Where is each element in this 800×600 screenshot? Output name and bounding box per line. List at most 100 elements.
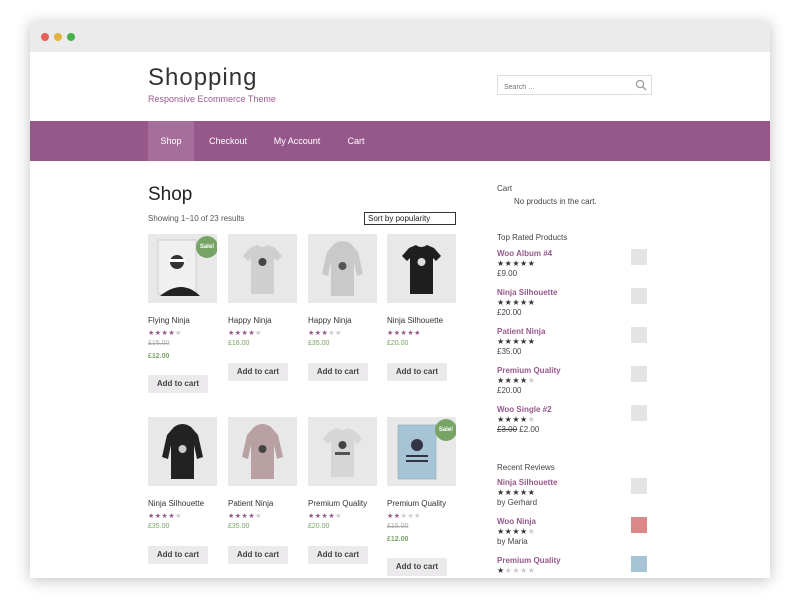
tshirt-thumbnail-icon[interactable]	[631, 517, 647, 533]
product-name[interactable]: Ninja Silhouette	[387, 316, 443, 325]
product-card[interactable]: Happy Ninja ★★★★★ £18.00 Add to cart	[228, 234, 298, 381]
regular-price: £3.00	[497, 425, 518, 434]
star-rating: ★★★★★	[387, 513, 421, 520]
product-name[interactable]: Patient Ninja	[228, 499, 273, 508]
result-count: Showing 1–10 of 23 results	[148, 214, 245, 223]
product-image[interactable]	[228, 234, 297, 303]
regular-price: £15.00	[148, 340, 170, 347]
browser-window: Shopping Responsive Ecommerce Theme Shop…	[30, 22, 770, 578]
product-image[interactable]	[308, 234, 377, 303]
top-rated-item[interactable]: Patient Ninja ★★★★★ £35.00	[497, 327, 657, 356]
add-to-cart-button[interactable]: Add to cart	[308, 546, 368, 564]
top-rated-price: £35.00	[497, 347, 522, 356]
poster-thumbnail-icon[interactable]	[631, 556, 647, 572]
top-rated-price: £9.00	[497, 269, 518, 278]
top-rated-price: £3.00 £2.00	[497, 425, 657, 434]
hoodie-thumbnail-icon[interactable]	[631, 478, 647, 494]
hoodie-icon	[242, 424, 283, 479]
product-image[interactable]: Sale!	[387, 417, 456, 486]
tshirt-thumbnail-icon[interactable]	[631, 288, 647, 304]
product-card[interactable]: Sale! Flying Ninja ★★★★★ £15.00 £12.00 A…	[148, 234, 218, 393]
top-rated-item[interactable]: Woo Album #4 ★★★★★ £9.00	[497, 249, 657, 278]
regular-price: £15.00	[387, 523, 409, 530]
orderby-select[interactable]: Sort by popularity	[364, 212, 456, 225]
album-thumbnail-icon[interactable]	[631, 249, 647, 265]
product-image[interactable]	[228, 417, 297, 486]
add-to-cart-button[interactable]: Add to cart	[228, 363, 288, 381]
product-image[interactable]	[387, 234, 456, 303]
product-name[interactable]: Premium Quality	[308, 499, 367, 508]
top-rated-item[interactable]: Premium Quality ★★★★★ £20.00	[497, 366, 657, 395]
album-thumbnail-icon[interactable]	[631, 405, 647, 421]
cart-empty-message: No products in the cart.	[514, 197, 597, 206]
add-to-cart-button[interactable]: Add to cart	[228, 546, 288, 564]
review-author: by Maria	[497, 537, 528, 546]
cart-widget-title: Cart	[497, 184, 513, 193]
star-rating: ★★★★★	[228, 330, 262, 337]
nav-item-shop[interactable]: Shop	[148, 121, 194, 161]
nav-item-my-account[interactable]: My Account	[266, 121, 328, 161]
nav-item-checkout[interactable]: Checkout	[200, 121, 256, 161]
add-to-cart-button[interactable]: Add to cart	[148, 375, 208, 393]
recent-reviews-title: Recent Reviews	[497, 463, 555, 472]
sale-badge: Sale!	[196, 236, 217, 258]
main-nav: Shop Checkout My Account Cart	[30, 121, 770, 161]
product-card[interactable]: Patient Ninja ★★★★★ £35.00 Add to cart	[228, 417, 298, 564]
product-name[interactable]: Flying Ninja	[148, 316, 190, 325]
product-card[interactable]: Ninja Silhouette ★★★★★ £35.00 Add to car…	[148, 417, 218, 564]
product-image[interactable]	[308, 417, 377, 486]
top-rated-title: Top Rated Products	[497, 233, 568, 242]
product-card[interactable]: Ninja Silhouette ★★★★★ £20.00 Add to car…	[387, 234, 457, 381]
top-rated-price: £20.00	[497, 308, 522, 317]
browser-titlebar	[30, 22, 770, 52]
star-rating: ★★★★★	[387, 330, 421, 337]
tshirt-icon	[323, 428, 362, 477]
add-to-cart-button[interactable]: Add to cart	[387, 558, 447, 576]
star-rating: ★★★★★	[148, 513, 182, 520]
review-author: by Gerhard	[497, 498, 538, 507]
tshirt-thumbnail-icon[interactable]	[631, 366, 647, 382]
hoodie-thumbnail-icon[interactable]	[631, 327, 647, 343]
product-card[interactable]: Premium Quality ★★★★★ £20.00 Add to cart	[308, 417, 378, 564]
product-card[interactable]: Happy Ninja ★★★★★ £35.00 Add to cart	[308, 234, 378, 381]
maximize-window-dot[interactable]	[67, 33, 75, 41]
page-title: Shop	[148, 184, 193, 205]
add-to-cart-button[interactable]: Add to cart	[148, 546, 208, 564]
product-card[interactable]: Sale! Premium Quality ★★★★★ £15.00 £12.0…	[387, 417, 457, 576]
product-image[interactable]	[148, 417, 217, 486]
product-price: £35.00	[308, 340, 330, 347]
product-name[interactable]: Happy Ninja	[308, 316, 352, 325]
site-title[interactable]: Shopping	[148, 64, 257, 92]
star-rating: ★★★★★	[228, 513, 262, 520]
tshirt-icon	[243, 245, 282, 294]
hoodie-icon	[322, 241, 363, 296]
star-rating: ★★★★★	[148, 330, 182, 337]
nav-item-cart[interactable]: Cart	[338, 121, 374, 161]
product-image[interactable]: Sale!	[148, 234, 217, 303]
add-to-cart-button[interactable]: Add to cart	[308, 363, 368, 381]
top-rated-item[interactable]: Ninja Silhouette ★★★★★ £20.00	[497, 288, 657, 317]
product-name[interactable]: Premium Quality	[387, 499, 446, 508]
star-rating: ★★★★★	[308, 513, 342, 520]
product-name[interactable]: Ninja Silhouette	[148, 499, 204, 508]
search-icon[interactable]	[635, 79, 647, 91]
minimize-window-dot[interactable]	[54, 33, 62, 41]
product-price: £35.00	[228, 523, 250, 530]
top-rated-item[interactable]: Woo Single #2 ★★★★★ £3.00 £2.00	[497, 405, 657, 434]
sale-price: £2.00	[519, 425, 540, 434]
sale-price: £12.00	[387, 536, 409, 543]
hoodie-icon	[162, 424, 203, 479]
product-price: £18.00	[228, 340, 250, 347]
review-item[interactable]: Woo Ninja ★★★★★ by Maria	[497, 517, 657, 546]
review-item[interactable]: Ninja Silhouette ★★★★★ by Gerhard	[497, 478, 657, 507]
product-name[interactable]: Happy Ninja	[228, 316, 272, 325]
sale-price: £12.00	[148, 353, 170, 360]
search-input[interactable]	[498, 78, 628, 97]
close-window-dot[interactable]	[41, 33, 49, 41]
add-to-cart-button[interactable]: Add to cart	[387, 363, 447, 381]
product-price: £35.00	[148, 523, 170, 530]
search-box[interactable]	[497, 75, 652, 97]
review-item[interactable]: Premium Quality ★★★★★	[497, 556, 657, 575]
top-rated-price: £20.00	[497, 386, 522, 395]
product-price: £20.00	[387, 340, 409, 347]
